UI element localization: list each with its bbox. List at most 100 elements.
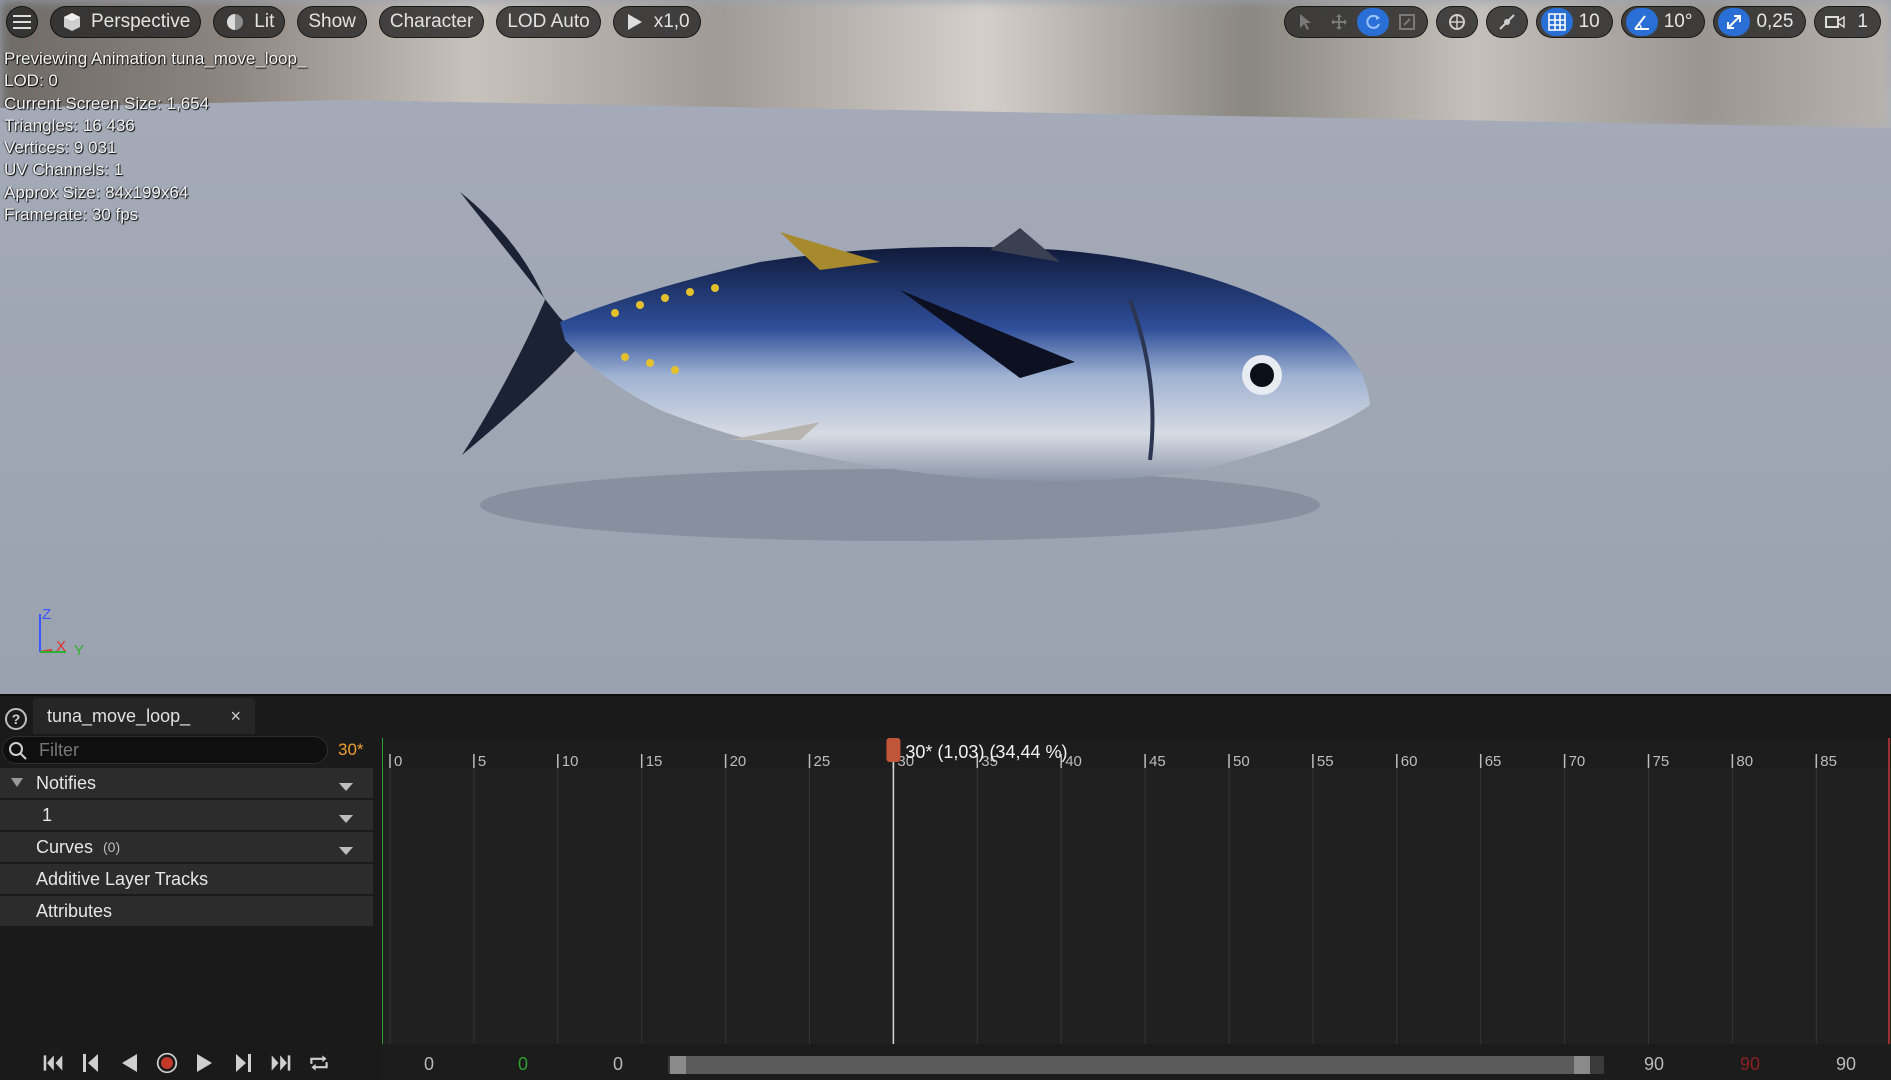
track-curves[interactable]: Curves (0) <box>0 832 373 862</box>
transport-controls <box>38 1044 334 1080</box>
viewport-menu-button[interactable] <box>6 6 38 38</box>
step-forward-icon <box>232 1052 254 1074</box>
timeline-tick-label: 15 <box>646 753 663 770</box>
notifies-dropdown-icon[interactable] <box>339 776 353 791</box>
timeline-tick-label: 55 <box>1317 753 1334 770</box>
timeline-tick-label: 25 <box>814 753 831 770</box>
scale-mode-button[interactable] <box>1391 8 1423 36</box>
filter-placeholder: Filter <box>39 739 79 760</box>
select-mode-button[interactable] <box>1289 8 1321 36</box>
curves-dropdown-icon[interactable] <box>339 840 353 855</box>
play-start-value[interactable]: 0 <box>518 1054 528 1075</box>
play-reverse-button[interactable] <box>114 1048 144 1078</box>
camera-icon <box>1824 11 1846 33</box>
scrubber-handle <box>886 738 901 762</box>
track-attributes[interactable]: Attributes <box>0 896 373 926</box>
rotate-mode-button[interactable] <box>1356 8 1389 36</box>
translate-mode-button[interactable] <box>1323 8 1355 36</box>
go-to-start-button[interactable] <box>38 1048 68 1078</box>
axis-z-label: Z <box>42 606 52 623</box>
skip-to-start-icon <box>42 1052 64 1074</box>
step-back-button[interactable] <box>76 1048 106 1078</box>
stat-previewing: Previewing Animation tuna_move_loop_ <box>4 49 307 68</box>
track-notify-1[interactable]: 1 <box>0 800 373 830</box>
track-list-panel: Filter 30* Notifies 1 Curves (0) Additiv… <box>0 734 375 1080</box>
rotation-snap-group[interactable]: 10° <box>1620 6 1706 38</box>
playback-range-bar: 0 0 0 90 90 90 <box>382 1044 1891 1080</box>
work-end-value[interactable]: 90 <box>1644 1054 1664 1075</box>
notify-track-dropdown-icon[interactable] <box>339 808 353 823</box>
hamburger-icon <box>11 11 33 33</box>
timeline-tick-label: 80 <box>1736 753 1753 770</box>
scale-snap-toggle[interactable] <box>1718 8 1751 36</box>
scale-snap-value[interactable]: 0,25 <box>1752 11 1801 33</box>
timeline-tick-label: 50 <box>1233 753 1250 770</box>
show-button[interactable]: Show <box>297 6 367 38</box>
coordinate-space-button[interactable] <box>1435 6 1478 38</box>
track-attributes-label: Attributes <box>36 900 113 921</box>
skip-to-end-icon <box>270 1052 292 1074</box>
camera-speed-group[interactable]: 1 <box>1814 6 1881 38</box>
scale-arrow-icon <box>1723 11 1745 33</box>
rotation-snap-toggle[interactable] <box>1625 8 1658 36</box>
tab-tuna-move-loop[interactable]: tuna_move_loop_ × <box>33 698 255 734</box>
collapse-arrow-icon[interactable] <box>10 776 24 790</box>
lit-sphere-icon <box>224 11 246 33</box>
scale-snap-group[interactable]: 0,25 <box>1713 6 1807 38</box>
timeline-tick-label: 40 <box>1065 753 1082 770</box>
range-scrollbar-thumb[interactable] <box>670 1056 1590 1074</box>
notify-track-1-label: 1 <box>42 804 53 825</box>
character-button[interactable]: Character <box>378 6 485 38</box>
timeline-grid: 0 5 10 15 20 25 30 35 40 45 50 55 60 65 70 75 80 85 <box>382 738 1891 1044</box>
preview-viewport[interactable]: Perspective Lit Show Character LOD Auto … <box>0 0 1891 694</box>
record-icon <box>156 1052 178 1074</box>
search-icon <box>7 740 29 762</box>
go-to-end-button[interactable] <box>266 1048 296 1078</box>
track-additive-layer[interactable]: Additive Layer Tracks <box>0 864 373 894</box>
angle-icon <box>1631 11 1653 33</box>
transform-toolbar: 10 10° 0,25 1 <box>1283 6 1881 38</box>
view-start-value[interactable]: 0 <box>424 1054 434 1075</box>
play-rate-button[interactable]: x1,0 <box>612 6 701 38</box>
range-right-handle[interactable] <box>1574 1056 1590 1074</box>
timeline-area[interactable]: 0 5 10 15 20 25 30 35 40 45 50 55 60 65 70 75 80 85 30* (… <box>382 738 1891 1044</box>
camera-speed-value[interactable]: 1 <box>1853 11 1876 33</box>
lod-label: LOD Auto <box>507 11 590 32</box>
stat-vertices: Vertices: 9 031 <box>4 138 117 158</box>
grid-snap-toggle[interactable] <box>1540 8 1573 36</box>
step-forward-button[interactable] <box>228 1048 258 1078</box>
close-tab-icon[interactable]: × <box>230 706 241 727</box>
perspective-button[interactable]: Perspective <box>50 6 202 38</box>
filter-input[interactable]: Filter <box>2 736 328 764</box>
step-back-icon <box>80 1052 102 1074</box>
lod-button[interactable]: LOD Auto <box>496 6 601 38</box>
filter-row: Filter 30* <box>0 734 375 766</box>
timeline-tick-label: 60 <box>1401 753 1418 770</box>
move-icon <box>1328 11 1350 33</box>
track-notifies[interactable]: Notifies <box>0 768 373 798</box>
view-end-value[interactable]: 90 <box>1836 1054 1856 1075</box>
editor-tab-row: ? tuna_move_loop_ × <box>0 698 1891 734</box>
stat-framerate: Framerate: 30 fps <box>4 205 139 225</box>
loop-button[interactable] <box>304 1048 334 1078</box>
stat-screen-size: Current Screen Size: 1,654 <box>4 93 210 113</box>
animation-sequence-editor: ? tuna_move_loop_ × Filter 30* Notifies … <box>0 694 1891 1080</box>
grid-snap-group[interactable]: 10 <box>1535 6 1613 38</box>
coordinate-space-slot <box>1441 8 1473 36</box>
play-forward-button[interactable] <box>190 1048 220 1078</box>
track-additive-label: Additive Layer Tracks <box>36 868 209 889</box>
work-start-value[interactable]: 0 <box>613 1054 623 1075</box>
lit-button[interactable]: Lit <box>213 6 286 38</box>
play-end-value[interactable]: 90 <box>1740 1054 1760 1075</box>
timeline-tick-label: 75 <box>1653 753 1670 770</box>
timeline-tick-label: 65 <box>1485 753 1502 770</box>
help-icon[interactable]: ? <box>5 708 27 730</box>
range-left-handle[interactable] <box>670 1056 686 1074</box>
rotation-snap-value[interactable]: 10° <box>1660 11 1701 33</box>
track-curves-label: Curves <box>36 836 94 857</box>
grid-snap-value[interactable]: 10 <box>1575 11 1608 33</box>
stat-triangles: Triangles: 16 436 <box>4 115 135 135</box>
surface-snap-button[interactable] <box>1485 6 1528 38</box>
record-button[interactable] <box>152 1048 182 1078</box>
axis-x-label: X <box>56 638 67 655</box>
